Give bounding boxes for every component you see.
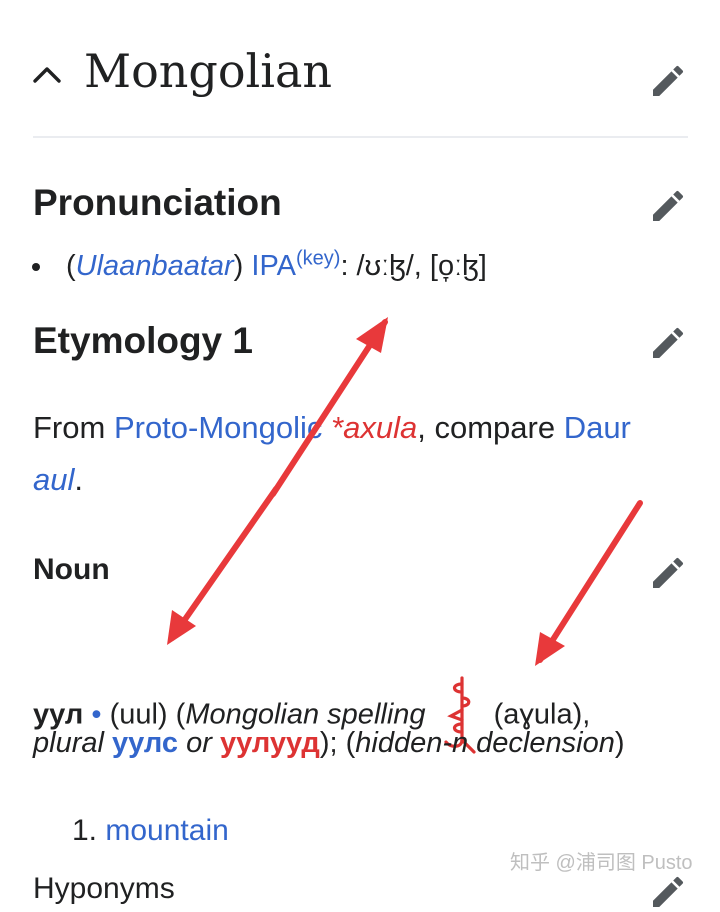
etymology-text: From Proto-Mongolic *axula, compare Daur… [33, 410, 631, 497]
edit-pencil-icon[interactable] [648, 553, 688, 593]
ipa-transcription: : /ʊːɮ/, [o̞ːɮ] [340, 250, 487, 282]
edit-pencil-icon[interactable] [648, 186, 688, 226]
ipa-link[interactable]: IPA [251, 250, 296, 282]
spelling-label: Mongolian spelling [185, 698, 426, 731]
daur-form-link[interactable]: aul [33, 462, 74, 497]
arrow-to-script [537, 500, 643, 663]
daur-link[interactable]: Daur [564, 410, 631, 445]
transliteration: (uul) ( [109, 698, 186, 731]
pronunciation-item: (Ulaanbaatar) IPA(key): /ʊːɮ/, [o̞ːɮ] [30, 247, 487, 283]
proto-form-redlink[interactable]: *axula [331, 410, 417, 445]
noun-heading: Noun [33, 553, 110, 586]
sense-number: 1. [72, 814, 98, 847]
ipa-key-link[interactable]: (key) [296, 247, 340, 269]
sense-gloss-link[interactable]: mountain [105, 814, 228, 847]
declension-label: hidden-n declension [355, 727, 615, 759]
cutoff-heading: Hyponyms [33, 872, 175, 905]
bullet [32, 263, 40, 272]
arrow-down-to-headword [169, 486, 279, 641]
region-link[interactable]: Ulaanbaatar [76, 250, 234, 282]
sense-list-item: 1. mountain [72, 814, 229, 848]
watermark: 知乎 @浦司图 Pusto [510, 852, 693, 874]
plural-link[interactable]: уулс [112, 727, 178, 759]
proto-mongolic-link[interactable]: Proto-Mongolic [114, 410, 322, 445]
etymology-heading: Etymology 1 [33, 320, 253, 361]
collapse-chevron-up-icon[interactable] [30, 60, 64, 90]
section-divider [33, 136, 688, 138]
section-title[interactable]: Mongolian [84, 44, 332, 98]
edit-pencil-icon[interactable] [648, 872, 688, 912]
pronunciation-heading: Pronunciation [33, 182, 282, 223]
edit-pencil-icon[interactable] [648, 323, 688, 363]
headword-line-continued: plural уулс or уулууд); (hidden-n declen… [33, 727, 625, 759]
script-transliteration: (aɣula), [485, 698, 591, 731]
edit-pencil-icon[interactable] [648, 61, 688, 101]
plural-redlink[interactable]: уулууд [220, 727, 320, 759]
headword: уул [33, 698, 84, 731]
